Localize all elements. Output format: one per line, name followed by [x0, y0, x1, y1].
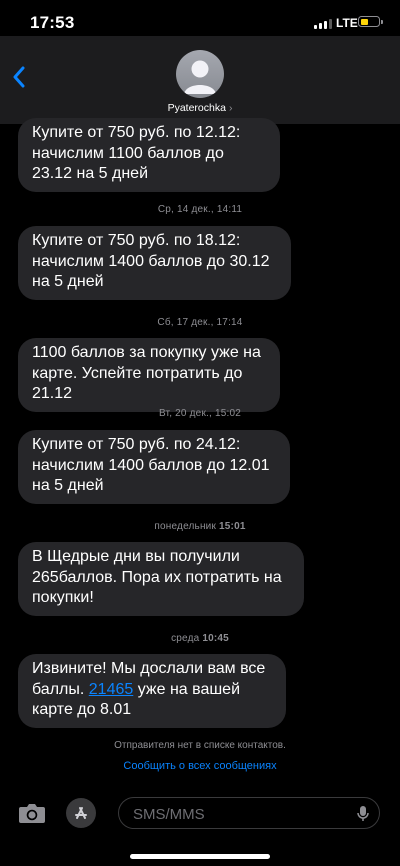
- camera-icon[interactable]: [18, 802, 46, 829]
- microphone-icon[interactable]: [357, 805, 369, 828]
- message-bubble[interactable]: Купите от 750 руб. по 24.12: начислим 14…: [18, 430, 290, 504]
- battery-icon: [358, 16, 383, 27]
- contact-avatar[interactable]: [176, 50, 224, 98]
- contact-name-button[interactable]: Pyaterochka ›: [0, 102, 400, 114]
- message-bubble[interactable]: 1100 баллов за покупку уже на карте. Усп…: [18, 338, 280, 412]
- message-bubble[interactable]: Извините! Мы дослали вам все баллы. 2146…: [18, 654, 286, 728]
- chevron-left-icon[interactable]: [12, 66, 26, 93]
- contact-name: Pyaterochka: [167, 102, 226, 114]
- chevron-right-icon: ›: [228, 102, 233, 114]
- app-store-icon[interactable]: [66, 798, 96, 828]
- message-timestamp: Ср, 14 дек., 14:11: [157, 204, 243, 215]
- message-timestamp: среда 10:45: [171, 633, 229, 644]
- status-time: 17:53: [30, 13, 75, 32]
- conversation-header: Pyaterochka ›: [0, 36, 400, 124]
- message-timestamp: Вт, 20 дек., 15:02: [158, 408, 241, 419]
- message-bubble[interactable]: В Щедрые дни вы получили 265баллов. Пора…: [18, 542, 304, 616]
- number-link[interactable]: 21465: [89, 681, 134, 698]
- message-thread[interactable]: Купите от 750 руб. по 12.12: начислим 11…: [0, 118, 400, 776]
- message-text: Купите от 750 руб. по 12.12: начислим 11…: [32, 124, 241, 182]
- message-timestamp: Сб, 17 дек., 17:14: [157, 317, 243, 328]
- message-text: Купите от 750 руб. по 24.12: начислим 14…: [32, 436, 270, 494]
- message-bubble[interactable]: Купите от 750 руб. по 12.12: начислим 11…: [18, 118, 280, 192]
- report-junk-link[interactable]: Сообщить о всех сообщениях: [0, 760, 400, 772]
- message-text: Купите от 750 руб. по 18.12: начислим 14…: [32, 232, 270, 290]
- message-input-field[interactable]: [118, 797, 380, 830]
- message-timestamp: понедельник 15:01: [154, 521, 246, 532]
- message-input[interactable]: [131, 798, 355, 830]
- message-text: В Щедрые дни вы получили 265баллов. Пора…: [32, 548, 282, 606]
- network-type: LTE: [336, 16, 358, 30]
- message-bubble[interactable]: Купите от 750 руб. по 18.12: начислим 14…: [18, 226, 291, 300]
- home-indicator: [130, 854, 270, 859]
- cellular-signal-icon: [314, 18, 332, 29]
- message-text: 1100 баллов за покупку уже на карте. Усп…: [32, 344, 261, 402]
- unknown-sender-notice: Отправителя нет в списке контактов.: [114, 740, 286, 751]
